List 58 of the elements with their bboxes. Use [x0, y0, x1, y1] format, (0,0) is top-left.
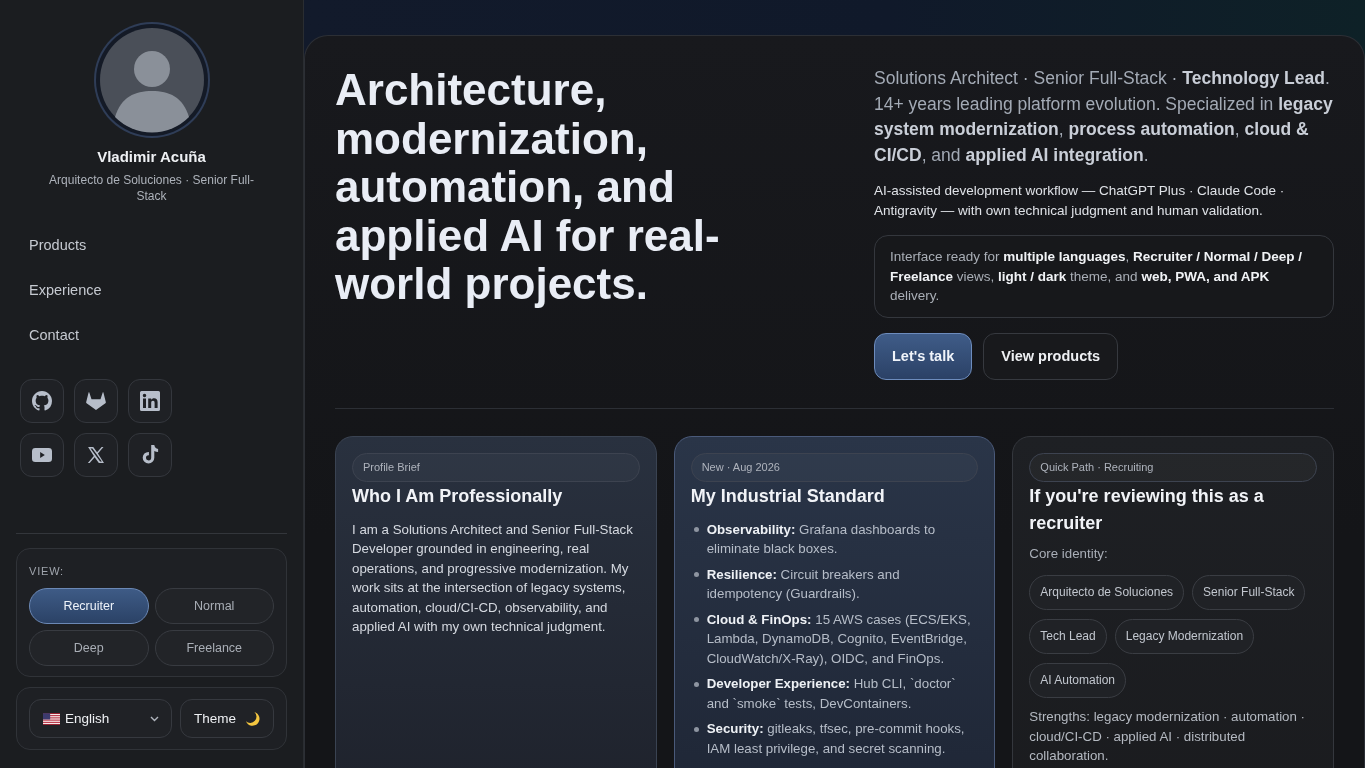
list-item-text: Observability: Grafana dashboards to eliminate black boxes. [706, 520, 937, 558]
theme-button[interactable]: Theme [180, 699, 274, 738]
skill-chip: Legacy Modernization [1114, 619, 1255, 654]
profile-title: Arquitecto de Soluciones · Senior Full-Stack [48, 172, 255, 204]
nav-link[interactable]: Experience [16, 268, 287, 313]
view-label: VIEW: [29, 565, 64, 578]
language-select[interactable]: English [29, 699, 172, 738]
card-badge: New · Aug 2026 [690, 452, 979, 482]
products-button[interactable]: View products [983, 332, 1119, 380]
bullet-icon [693, 726, 699, 732]
list-item-text: Resilience: Circuit breakers and idempotency (Guardrails). [706, 565, 901, 603]
view-option[interactable]: Freelance [154, 630, 274, 666]
linkedin-icon [140, 391, 160, 411]
card-title: If you're reviewing this as a recruiter [1029, 484, 1265, 535]
social-link[interactable] [128, 379, 172, 423]
youtube-icon [32, 445, 52, 465]
social-link[interactable] [74, 379, 118, 423]
hero-lead: Solutions Architect · Senior Full-Stack · Technology Lead. 14+ years leading platform evolution. Specialized in legacy system modernization, process automation, cloud & CI/CD, and applied AI integration. [874, 67, 1334, 167]
x-logo-icon [86, 445, 106, 465]
card-title: My Industrial Standard [690, 484, 886, 508]
skill-chip: AI Automation [1029, 663, 1127, 698]
view-option[interactable]: Deep [29, 630, 149, 666]
hero-heading: Architecture, modernization, automation, and applied AI for real-world projects. [335, 66, 721, 310]
tiktok-icon [140, 445, 160, 465]
bullet-icon [693, 527, 699, 532]
bullet-icon [693, 681, 699, 687]
card-badge: Quick Path · Recruiting [1029, 452, 1317, 482]
social-link[interactable] [20, 433, 64, 477]
card-title: Who I Am Professionally [352, 484, 564, 508]
gitlab-icon [86, 391, 106, 411]
skill-chip: Tech Lead [1029, 619, 1107, 654]
social-link[interactable] [74, 433, 118, 477]
feature-note: Interface ready for multiple languages, Recruiter / Normal / Deep / Freelance views, light / dark theme, and web, PWA, and APK delivery. [874, 235, 1334, 318]
social-link[interactable] [20, 379, 64, 423]
card-text: I am a Solutions Architect and Senior Full-Stack Developer grounded in engineering, real operations, and progressive modernization. My work sits at the intersection of legacy systems, automation, cloud/CI-CD, observability, and applied AI with my own technical judgment. [352, 520, 634, 636]
view-option[interactable]: Recruiter [29, 588, 149, 624]
skill-chip: Senior Full-Stack [1192, 575, 1306, 610]
list-item-text: Developer Experience: Hub CLI, `doctor` and `smoke` tests, DevContainers. [706, 675, 957, 713]
card-intro: Core identity: [1029, 544, 1109, 563]
social-link[interactable] [128, 433, 172, 477]
list-item-text: Cloud & FinOps: 15 AWS cases (ECS/EKS, Lambda, DynamoDB, Cognito, EventBridge, CloudWatch/X-Ray), OIDC, and FinOps. [706, 610, 972, 668]
workflow-note: AI-assisted development workflow — ChatGPT Plus · Claude Code · Antigravity — with own technical judgment and human validation. [874, 182, 1286, 220]
card-footer-text: Strengths: legacy modernization · automation · cloud/CI-CD · applied AI · distributed collaboration. [1029, 708, 1306, 765]
bullet-icon [693, 617, 699, 622]
card-badge: Profile Brief [352, 452, 640, 482]
profile-name: Vladimir Acuña [96, 148, 207, 166]
list-item-text: Security: gitleaks, tfsec, pre-commit hooks, IAM least privilege, and secret scanning. [706, 720, 966, 758]
nav-link[interactable]: Contact [16, 313, 287, 358]
us-flag-icon [43, 712, 60, 725]
view-option[interactable]: Normal [154, 588, 274, 624]
nav-link[interactable]: Products [16, 223, 287, 268]
chevron-down-icon [150, 715, 159, 722]
talk-button[interactable]: Let's talk [874, 332, 973, 380]
moon-icon [245, 711, 260, 726]
avatar-silhouette-icon [92, 21, 211, 139]
github-icon [32, 391, 52, 411]
skill-chip: Arquitecto de Soluciones [1029, 575, 1185, 610]
bullet-icon [693, 572, 699, 577]
